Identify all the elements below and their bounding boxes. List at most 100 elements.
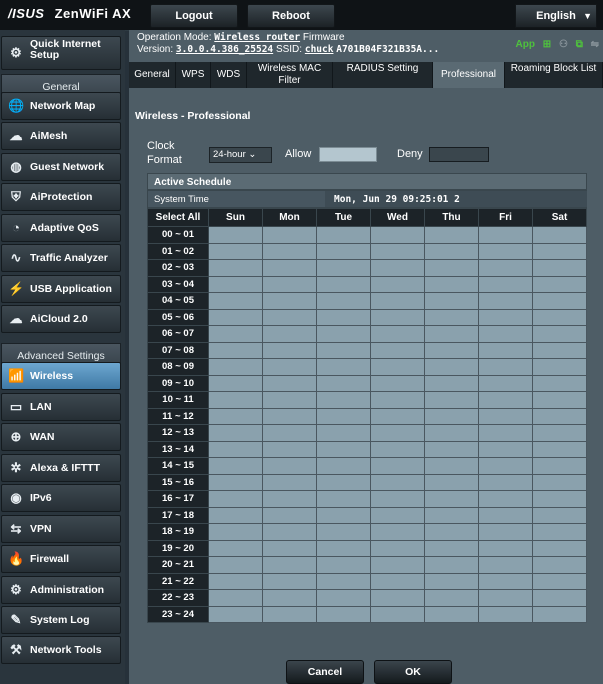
schedule-cell[interactable]: [262, 259, 317, 277]
schedule-cell[interactable]: [370, 226, 425, 244]
schedule-cell[interactable]: [424, 523, 479, 541]
schedule-cell[interactable]: [316, 292, 371, 310]
schedule-cell[interactable]: [208, 374, 263, 392]
schedule-cell[interactable]: [370, 292, 425, 310]
wan-status-icon[interactable]: ⊞: [543, 39, 551, 50]
schedule-cell[interactable]: [316, 589, 371, 607]
schedule-cell[interactable]: [424, 325, 479, 343]
schedule-cell[interactable]: [532, 407, 587, 425]
schedule-cell[interactable]: [262, 275, 317, 293]
schedule-cell[interactable]: [316, 308, 371, 326]
day-header-tue[interactable]: Tue: [316, 208, 371, 227]
hour-label[interactable]: 23 ~ 24: [147, 605, 209, 623]
sidebar-item-aimesh[interactable]: ☁ AiMesh: [1, 122, 121, 150]
schedule-cell[interactable]: [424, 242, 479, 260]
hour-label[interactable]: 19 ~ 20: [147, 539, 209, 557]
schedule-cell[interactable]: [370, 325, 425, 343]
schedule-cell[interactable]: [478, 473, 533, 491]
schedule-cell[interactable]: [478, 490, 533, 508]
schedule-cell[interactable]: [316, 457, 371, 475]
schedule-cell[interactable]: [316, 226, 371, 244]
schedule-cell[interactable]: [478, 226, 533, 244]
schedule-cell[interactable]: [208, 226, 263, 244]
schedule-cell[interactable]: [478, 358, 533, 376]
schedule-cell[interactable]: [532, 605, 587, 623]
schedule-cell[interactable]: [208, 523, 263, 541]
schedule-cell[interactable]: [316, 374, 371, 392]
schedule-cell[interactable]: [478, 506, 533, 524]
schedule-cell[interactable]: [262, 523, 317, 541]
schedule-cell[interactable]: [424, 424, 479, 442]
schedule-cell[interactable]: [208, 490, 263, 508]
schedule-cell[interactable]: [262, 572, 317, 590]
day-header-sat[interactable]: Sat: [532, 208, 587, 227]
schedule-cell[interactable]: [208, 424, 263, 442]
sidebar-item-ipv6[interactable]: ◉ IPv6: [1, 484, 121, 512]
schedule-cell[interactable]: [208, 275, 263, 293]
schedule-cell[interactable]: [316, 556, 371, 574]
schedule-cell[interactable]: [316, 341, 371, 359]
schedule-cell[interactable]: [262, 473, 317, 491]
tab-general[interactable]: General: [129, 62, 176, 88]
hour-label[interactable]: 06 ~ 07: [147, 325, 209, 343]
hour-label[interactable]: 21 ~ 22: [147, 572, 209, 590]
schedule-cell[interactable]: [316, 605, 371, 623]
logout-button[interactable]: Logout: [150, 4, 238, 28]
schedule-cell[interactable]: [532, 242, 587, 260]
schedule-cell[interactable]: [370, 308, 425, 326]
hour-label[interactable]: 17 ~ 18: [147, 506, 209, 524]
day-header-wed[interactable]: Wed: [370, 208, 425, 227]
schedule-cell[interactable]: [316, 523, 371, 541]
schedule-cell[interactable]: [424, 539, 479, 557]
sidebar-item-vpn[interactable]: ⇆ VPN: [1, 515, 121, 543]
schedule-cell[interactable]: [370, 407, 425, 425]
schedule-cell[interactable]: [262, 391, 317, 409]
sidebar-item-traffic-analyzer[interactable]: ∿ Traffic Analyzer: [1, 244, 121, 272]
schedule-cell[interactable]: [316, 539, 371, 557]
schedule-cell[interactable]: [208, 391, 263, 409]
schedule-cell[interactable]: [316, 259, 371, 277]
schedule-cell[interactable]: [370, 556, 425, 574]
schedule-cell[interactable]: [370, 440, 425, 458]
schedule-cell[interactable]: [532, 226, 587, 244]
schedule-cell[interactable]: [532, 473, 587, 491]
schedule-cell[interactable]: [532, 424, 587, 442]
sidebar-item-adaptive-qos[interactable]: ◔ Adaptive QoS: [1, 214, 121, 242]
day-header-mon[interactable]: Mon: [262, 208, 317, 227]
hour-label[interactable]: 20 ~ 21: [147, 556, 209, 574]
schedule-cell[interactable]: [208, 242, 263, 260]
schedule-cell[interactable]: [316, 506, 371, 524]
hour-label[interactable]: 11 ~ 12: [147, 407, 209, 425]
sidebar-item-aicloud[interactable]: ☁ AiCloud 2.0: [1, 305, 121, 333]
reboot-button[interactable]: Reboot: [247, 4, 335, 28]
schedule-cell[interactable]: [370, 275, 425, 293]
schedule-cell[interactable]: [478, 589, 533, 607]
firmware-version-link[interactable]: 3.0.0.4.386_25524: [176, 44, 273, 55]
hour-label[interactable]: 08 ~ 09: [147, 358, 209, 376]
day-header-thu[interactable]: Thu: [424, 208, 479, 227]
schedule-cell[interactable]: [370, 473, 425, 491]
schedule-cell[interactable]: [370, 424, 425, 442]
schedule-cell[interactable]: [424, 556, 479, 574]
schedule-cell[interactable]: [532, 374, 587, 392]
schedule-cell[interactable]: [262, 506, 317, 524]
schedule-cell[interactable]: [370, 358, 425, 376]
hour-label[interactable]: 04 ~ 05: [147, 292, 209, 310]
select-all-button[interactable]: Select All: [147, 208, 209, 227]
schedule-cell[interactable]: [370, 539, 425, 557]
schedule-cell[interactable]: [262, 424, 317, 442]
hour-label[interactable]: 12 ~ 13: [147, 424, 209, 442]
schedule-cell[interactable]: [208, 259, 263, 277]
schedule-cell[interactable]: [316, 473, 371, 491]
schedule-cell[interactable]: [532, 325, 587, 343]
tab-wds[interactable]: WDS: [211, 62, 247, 88]
schedule-cell[interactable]: [424, 292, 479, 310]
hour-label[interactable]: 18 ~ 19: [147, 523, 209, 541]
tab-wireless-mac-filter[interactable]: Wireless MAC Filter: [247, 62, 333, 88]
schedule-cell[interactable]: [208, 572, 263, 590]
schedule-cell[interactable]: [532, 457, 587, 475]
schedule-cell[interactable]: [532, 275, 587, 293]
hour-label[interactable]: 01 ~ 02: [147, 242, 209, 260]
schedule-cell[interactable]: [424, 572, 479, 590]
schedule-cell[interactable]: [478, 539, 533, 557]
